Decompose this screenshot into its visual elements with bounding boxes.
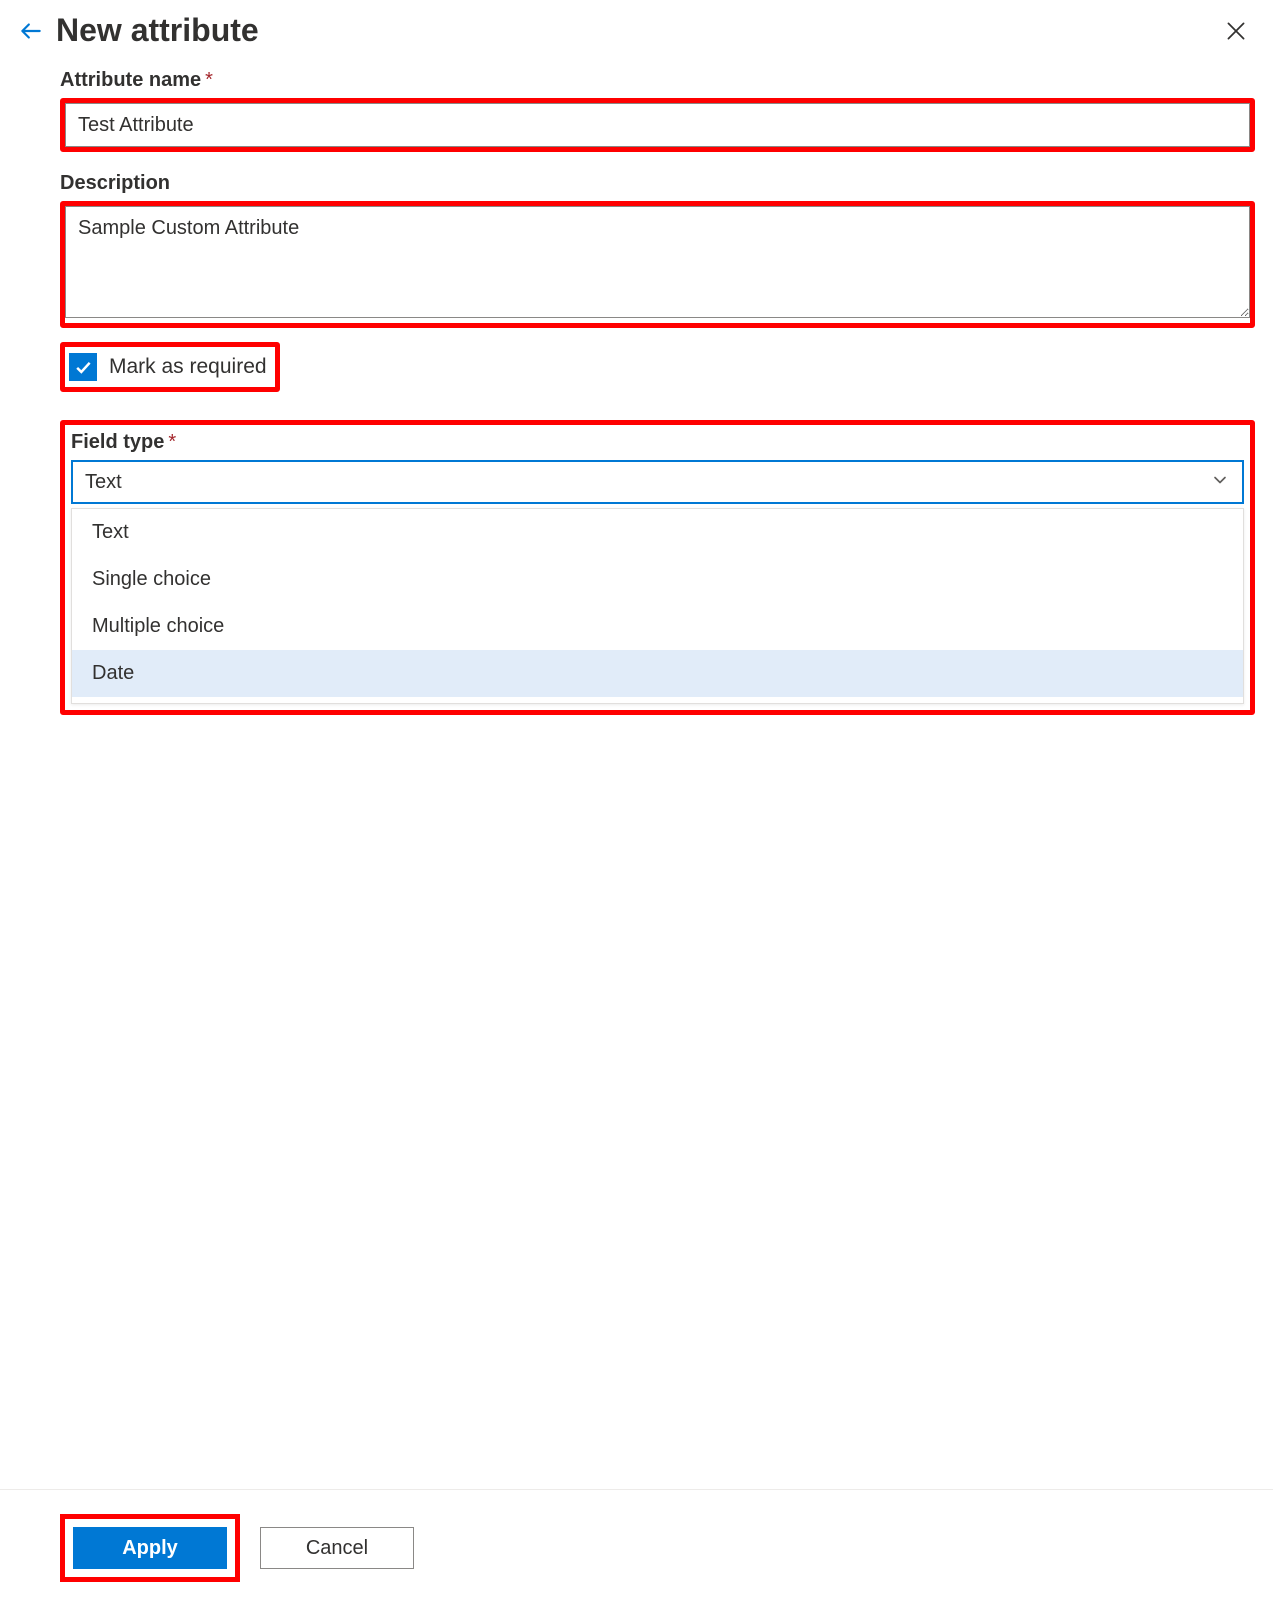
panel-title: New attribute: [56, 12, 259, 49]
chevron-down-icon: [1210, 470, 1230, 495]
field-type-highlight: Field type* Text TextSingle choiceMultip…: [60, 420, 1255, 715]
field-type-label: Field type*: [71, 431, 1244, 454]
mark-required-highlight: Mark as required: [60, 342, 280, 392]
field-type-option[interactable]: Multiple choice: [72, 603, 1243, 650]
field-type-selected-value: Text: [85, 471, 1210, 494]
mark-required-checkbox[interactable]: [69, 353, 97, 381]
mark-required-row: Mark as required: [65, 347, 275, 387]
panel-footer: Apply Cancel: [0, 1489, 1273, 1610]
description-highlight: Sample Custom Attribute: [60, 201, 1255, 328]
cancel-button[interactable]: Cancel: [260, 1527, 414, 1569]
field-type-select[interactable]: Text: [71, 460, 1244, 504]
description-textarea[interactable]: Sample Custom Attribute: [65, 206, 1250, 318]
checkmark-icon: [73, 357, 93, 377]
description-label: Description: [60, 172, 1255, 195]
description-field: Description Sample Custom Attribute: [60, 172, 1255, 328]
required-star-icon: *: [205, 69, 213, 91]
field-type-label-text: Field type: [71, 431, 164, 453]
new-attribute-panel: New attribute Attribute name* Descriptio…: [0, 0, 1273, 1610]
field-type-block: Field type* Text TextSingle choiceMultip…: [60, 420, 1255, 715]
panel-header: New attribute: [0, 0, 1273, 57]
field-type-option[interactable]: Text: [72, 509, 1243, 556]
attribute-name-label-text: Attribute name: [60, 69, 201, 91]
field-type-option[interactable]: Date: [72, 650, 1243, 697]
apply-highlight: Apply: [60, 1514, 240, 1582]
field-type-dropdown: TextSingle choiceMultiple choiceDate: [71, 508, 1244, 704]
mark-required-field: Mark as required: [60, 342, 1255, 392]
apply-button[interactable]: Apply: [73, 1527, 227, 1569]
attribute-name-label: Attribute name*: [60, 69, 1255, 92]
field-type-option[interactable]: Single choice: [72, 556, 1243, 603]
mark-required-label: Mark as required: [109, 355, 267, 379]
panel-content: Attribute name* Description Sample Custo…: [0, 57, 1273, 1489]
back-arrow-icon[interactable]: [18, 18, 44, 44]
attribute-name-highlight: [60, 98, 1255, 152]
required-star-icon: *: [168, 431, 176, 453]
attribute-name-input[interactable]: [65, 103, 1250, 147]
attribute-name-field: Attribute name*: [60, 69, 1255, 152]
close-icon[interactable]: [1223, 18, 1249, 44]
